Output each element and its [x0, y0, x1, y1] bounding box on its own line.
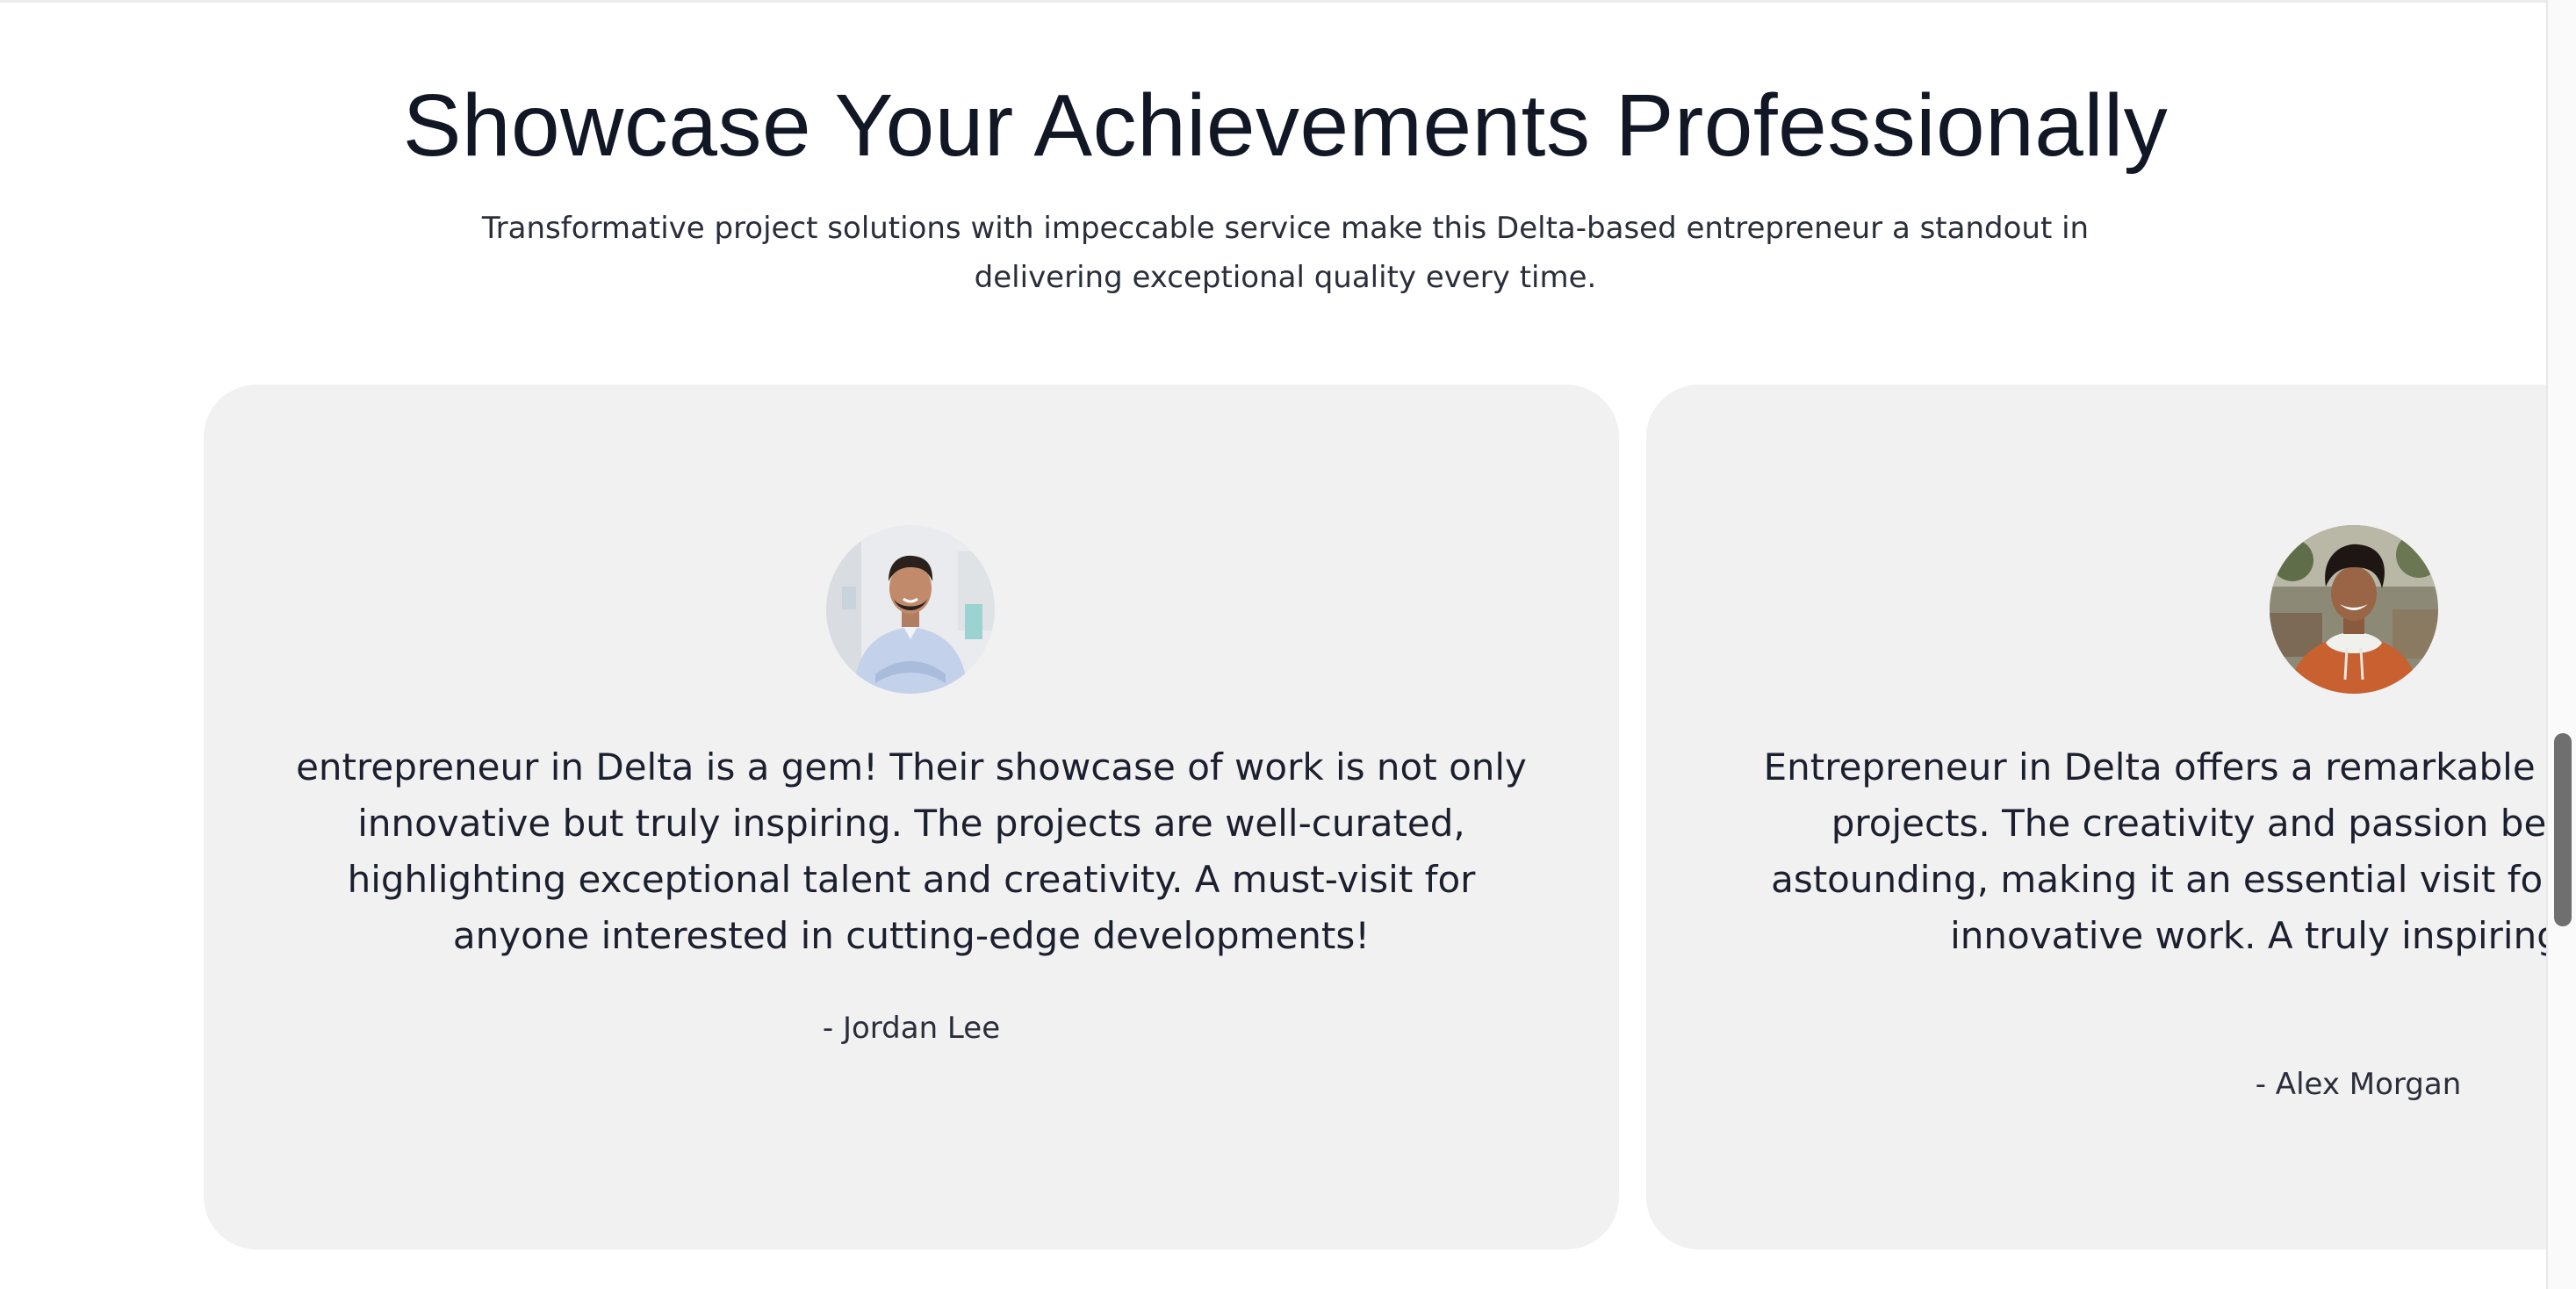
avatar — [826, 525, 995, 694]
scrollbar-thumb[interactable] — [2554, 733, 2572, 926]
testimonial-card: Entrepreneur in Delta offers a remarkabl… — [1646, 385, 2546, 1249]
testimonial-card: entrepreneur in Delta is a gem! Their sh… — [204, 385, 1619, 1249]
avatar — [2270, 525, 2438, 694]
person-photo-avatar-icon — [826, 525, 995, 694]
testimonial-author: - Alex Morgan — [2255, 1067, 2462, 1102]
top-divider — [0, 0, 2546, 3]
testimonial-carousel[interactable]: entrepreneur in Delta is a gem! Their sh… — [204, 385, 2546, 1289]
testimonial-author: - Jordan Lee — [822, 1011, 1001, 1046]
testimonial-quote: entrepreneur in Delta is a gem! Their sh… — [296, 745, 1527, 957]
testimonial-quote: Entrepreneur in Delta offers a remarkabl… — [1763, 745, 2546, 957]
page-subtitle: Transformative project solutions with im… — [481, 211, 2090, 295]
person-photo-avatar-icon — [2270, 525, 2438, 694]
page-title: Showcase Your Achievements Professionall… — [402, 76, 2169, 175]
vertical-scrollbar[interactable] — [2546, 0, 2576, 1289]
